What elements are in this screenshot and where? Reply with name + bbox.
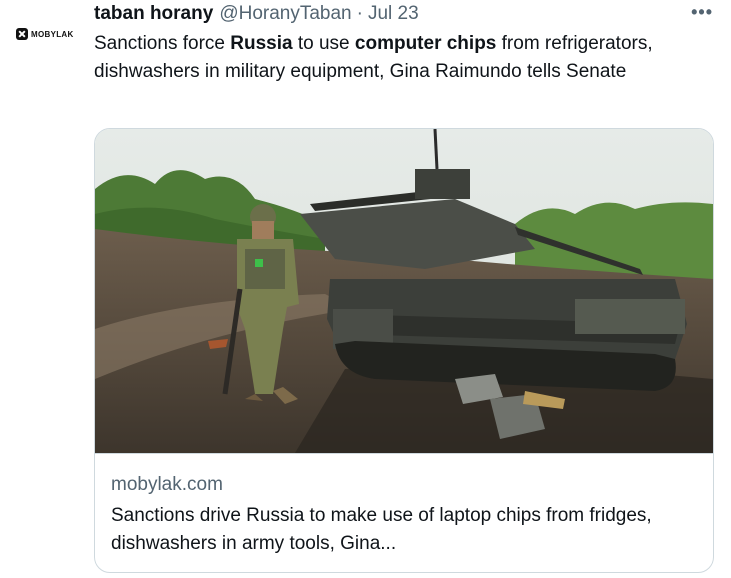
separator-dot: · xyxy=(356,3,363,24)
more-options-icon[interactable]: ••• xyxy=(691,2,713,23)
link-card[interactable]: mobylak.com Sanctions drive Russia to ma… xyxy=(94,128,714,573)
card-image xyxy=(95,129,713,453)
card-divider xyxy=(95,453,713,454)
card-domain[interactable]: mobylak.com xyxy=(111,474,223,496)
tweet-text-part: to use xyxy=(292,33,355,54)
source-logo-text: MOBYLAK xyxy=(31,29,74,39)
source-avatar[interactable]: MOBYLAK xyxy=(8,14,84,54)
card-title[interactable]: Sanctions drive Russia to make use of la… xyxy=(111,502,701,558)
tweet-text-part: Sanctions force xyxy=(94,33,231,54)
display-name[interactable]: taban horany xyxy=(94,3,213,25)
tweet-header: taban horany @HoranyTaban · Jul 23 ••• xyxy=(94,2,717,26)
user-handle[interactable]: @HoranyTaban xyxy=(219,3,351,25)
tweet-text: Sanctions force Russia to use computer c… xyxy=(94,30,714,85)
tweet-text-bold-chips: computer chips xyxy=(354,33,497,54)
tweet-date[interactable]: Jul 23 xyxy=(368,3,419,25)
tweet-text-bold-russia: Russia xyxy=(230,33,293,54)
mobylak-logo-icon xyxy=(16,28,28,40)
